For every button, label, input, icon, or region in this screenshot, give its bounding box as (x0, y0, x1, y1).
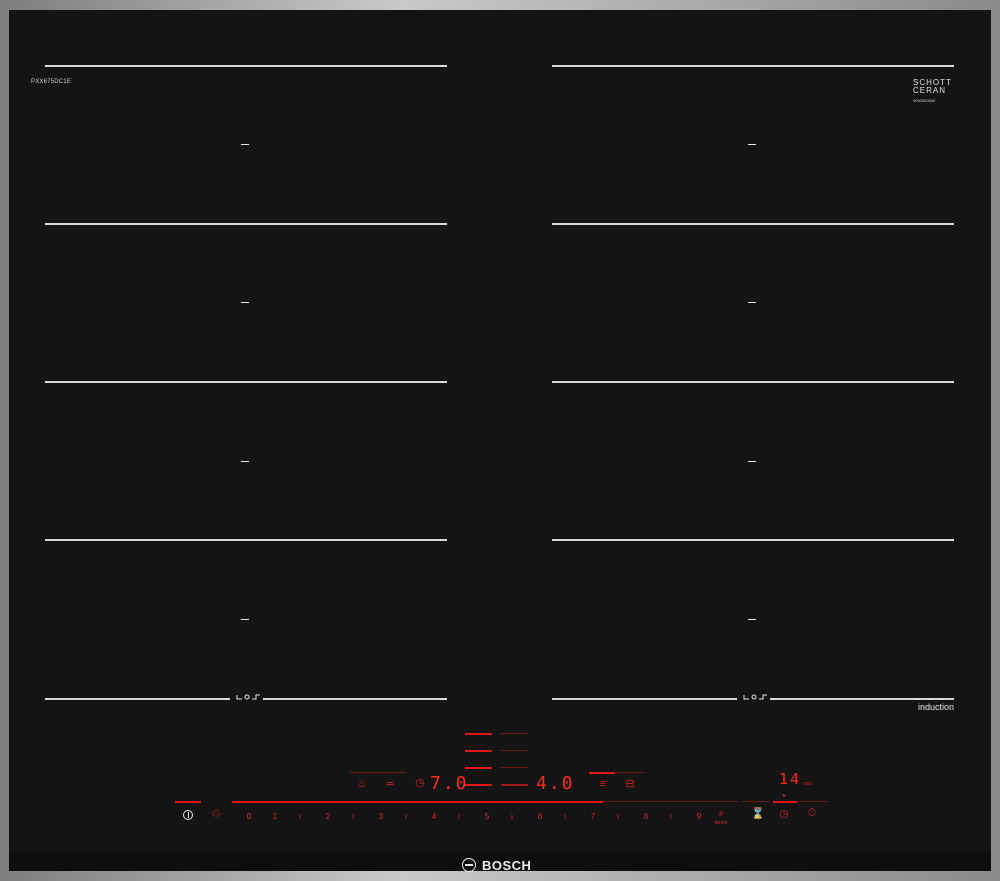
power-move-icon[interactable]: ≡ (596, 779, 610, 790)
timer-bar-left (742, 801, 770, 802)
clock-timer-icon[interactable]: ◷ (777, 809, 791, 820)
zone-line-right-3 (552, 381, 954, 383)
fry-sensor-icon[interactable]: ♨ (353, 779, 371, 790)
power-half-step-tick[interactable]: ı (404, 812, 408, 821)
zone-select-left-3[interactable] (465, 767, 492, 769)
zone-line-left-5a (45, 698, 230, 700)
power-level-5[interactable]: 5 (483, 812, 491, 821)
induction-label: induction (918, 702, 955, 712)
flex-zone-right-icon (743, 694, 767, 700)
power-level-7[interactable]: 7 (589, 812, 597, 821)
power-level-8[interactable]: 8 (642, 812, 650, 821)
zone-line-right-1 (552, 65, 954, 67)
zone-center-mark (748, 144, 756, 145)
power-half-step-tick[interactable]: ı (298, 812, 302, 821)
power-slider-active-left (175, 801, 201, 803)
zone-line-left-5b (263, 698, 447, 700)
boost-button[interactable]: ◎ boost (709, 810, 733, 828)
flex-zone-left-icon (236, 694, 260, 700)
timer-display: 14 (779, 770, 802, 788)
zone-line-right-5b (770, 698, 954, 700)
zone-center-mark (241, 144, 249, 145)
zone-line-right-4 (552, 539, 954, 541)
zone-center-mark (748, 302, 756, 303)
zone-center-mark (748, 619, 756, 620)
hourglass-icon[interactable]: ⌛ (751, 809, 765, 820)
power-half-step-tick[interactable]: ı (669, 812, 673, 821)
power-level-6[interactable]: 6 (536, 812, 544, 821)
power-half-step-tick[interactable]: ı (457, 812, 461, 821)
power-level-1[interactable]: 1 (271, 812, 279, 821)
zone-line-left-1 (45, 65, 447, 67)
brand-name: BOSCH (482, 857, 532, 873)
bosch-logo-icon (462, 858, 476, 872)
power-level-3[interactable]: 3 (377, 812, 385, 821)
power-half-step-tick[interactable]: ı (351, 812, 355, 821)
timer-bar-active (773, 801, 797, 803)
ceran-text: CERAN (913, 86, 947, 95)
power-level-4[interactable]: 4 (430, 812, 438, 821)
power-half-step-tick[interactable]: ı (563, 812, 567, 821)
right-zone-power-display: 4.0 (536, 773, 575, 794)
zone-line-right-2 (552, 223, 954, 225)
flex-mode-icon[interactable]: ≃ (380, 779, 400, 790)
cooktop: PXX675DC1E SCHOTT CERAN 0000000000 induc… (0, 0, 1000, 881)
model-label: PXX675DC1E (31, 79, 72, 85)
zone-line-right-5a (552, 698, 737, 700)
timer-unit: min (804, 781, 813, 787)
glass-surface: PXX675DC1E SCHOTT CERAN 0000000000 induc… (9, 10, 991, 871)
power-slider-inactive[interactable] (603, 801, 738, 802)
power-level-2[interactable]: 2 (324, 812, 332, 821)
zone-select-right-3[interactable] (501, 767, 528, 768)
power-half-step-tick[interactable]: ı (616, 812, 620, 821)
zone-line-left-4 (45, 539, 447, 541)
timer-indicator: ▸ (783, 793, 787, 799)
zone-center-mark (241, 619, 249, 620)
zone-timer-left-icon[interactable]: ◷ (413, 778, 427, 789)
power-button-icon[interactable] (183, 810, 193, 820)
zone-select-left-2[interactable] (465, 750, 492, 752)
zone-line-left-2 (45, 223, 447, 225)
child-lock-icon[interactable]: ♲ (207, 809, 225, 820)
stopwatch-icon[interactable]: ⏱ (805, 808, 819, 819)
schott-ceran-logo: SCHOTT CERAN 0000000000 (913, 79, 952, 105)
schott-code: 0000000000 (913, 98, 936, 103)
zone-center-mark (241, 302, 249, 303)
left-zone-power-display: 7.0 (430, 773, 469, 794)
keep-warm-icon[interactable]: ⊟ (622, 779, 638, 790)
zone-select-left-1[interactable] (465, 733, 492, 735)
zone-select-right-2[interactable] (501, 750, 528, 751)
zone-center-mark (241, 461, 249, 462)
bosch-logo: BOSCH (462, 857, 531, 873)
power-level-9[interactable]: 9 (695, 812, 703, 821)
right-function-active-bar (589, 772, 615, 774)
right-function-bar (615, 772, 645, 773)
timer-bar-right (797, 801, 827, 802)
zone-center-mark (748, 461, 756, 462)
power-slider-active[interactable] (232, 801, 603, 803)
boost-label: boost (714, 820, 728, 826)
zone-select-left-4[interactable] (465, 784, 492, 786)
zone-select-right-4[interactable] (501, 784, 528, 786)
power-half-step-tick[interactable]: ı (510, 812, 514, 821)
zone-select-right-1[interactable] (501, 733, 528, 734)
zone-line-left-3 (45, 381, 447, 383)
left-function-bar (350, 772, 406, 773)
power-level-0[interactable]: 0 (245, 812, 253, 821)
